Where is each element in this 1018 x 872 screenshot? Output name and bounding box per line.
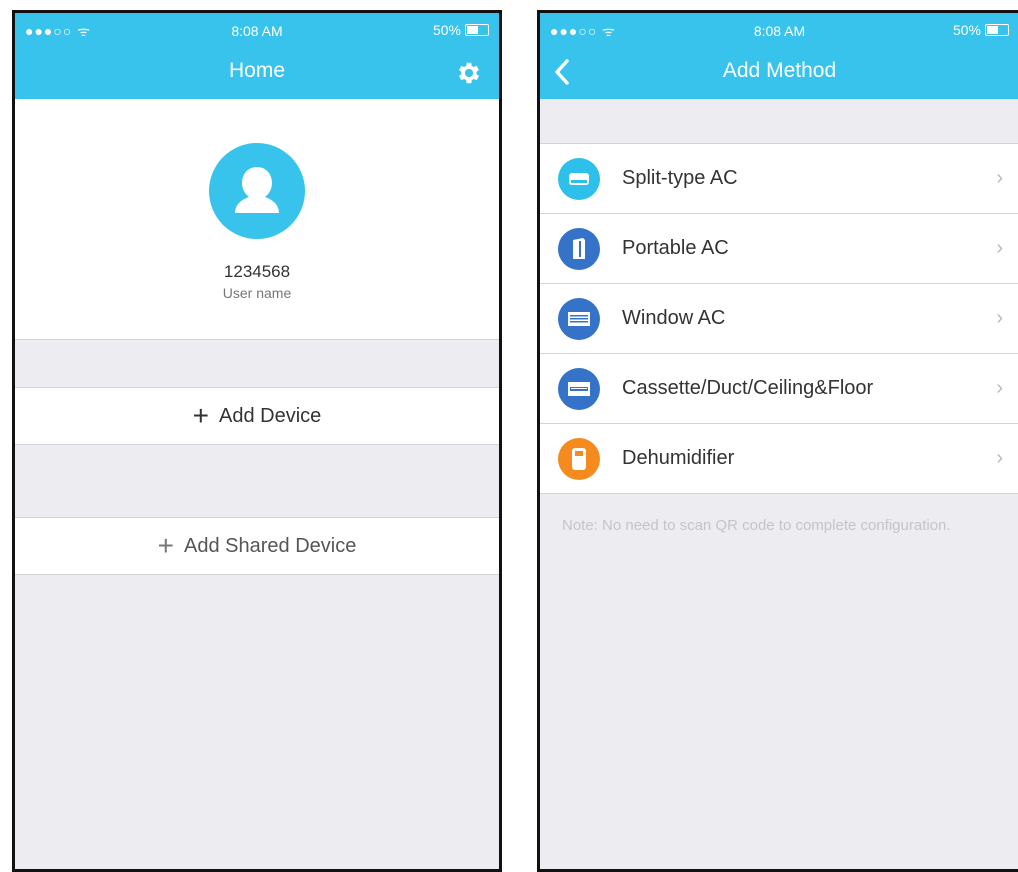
list-item-label: Portable AC: [622, 237, 729, 259]
nav-bar: Add Method: [540, 47, 1018, 99]
chevron-right-icon: ›: [996, 447, 1003, 469]
dehumidifier-icon: [558, 437, 600, 480]
list-item-cassette-duct-ceiling-floor[interactable]: Cassette/Duct/Ceiling&Floor ›: [540, 354, 1018, 424]
gear-icon[interactable]: [455, 59, 483, 87]
list-item-portable-ac[interactable]: Portable AC ›: [540, 214, 1018, 284]
chevron-right-icon: ›: [996, 167, 1003, 189]
portable-ac-icon: [558, 227, 600, 270]
status-bar: ●●●○○ ᯤ 8:08 AM 50%: [15, 13, 499, 47]
battery-indicator: 50%: [433, 22, 489, 38]
device-type-list: Split-type AC › Portable AC › Window AC …: [540, 143, 1018, 494]
user-profile-card: 1234568 User name: [15, 99, 499, 340]
list-item-label: Dehumidifier: [622, 447, 735, 469]
battery-indicator: 50%: [953, 22, 1009, 38]
chevron-right-icon: ›: [996, 237, 1003, 259]
add-method-screen: ●●●○○ ᯤ 8:08 AM 50% Add Method Split-typ…: [537, 10, 1018, 872]
list-item-split-type-ac[interactable]: Split-type AC ›: [540, 144, 1018, 214]
page-title: Home: [228, 59, 286, 82]
list-item-window-ac[interactable]: Window AC ›: [540, 284, 1018, 354]
plus-icon: +: [157, 530, 175, 561]
add-shared-device-label: Add Shared Device: [184, 534, 357, 557]
add-device-label: Add Device: [219, 404, 322, 427]
status-time: 8:08 AM: [753, 23, 806, 39]
battery-percent: 50%: [952, 22, 981, 38]
battery-percent: 50%: [432, 22, 461, 38]
configuration-note: Note: No need to scan QR code to complet…: [562, 517, 951, 534]
chevron-right-icon: ›: [996, 377, 1003, 399]
split-type-ac-icon: [558, 157, 600, 200]
add-shared-device-button[interactable]: + Add Shared Device: [15, 517, 499, 575]
list-item-label: Cassette/Duct/Ceiling&Floor: [622, 377, 874, 399]
avatar[interactable]: [209, 143, 305, 239]
list-item-label: Window AC: [622, 307, 726, 329]
home-screen: ●●●○○ ᯤ 8:08 AM 50% Home 1234568 User na…: [12, 10, 502, 872]
cassette-ac-icon: [558, 367, 600, 410]
window-ac-icon: [558, 297, 600, 340]
battery-icon: [985, 24, 1009, 36]
user-name-label: User name: [222, 285, 292, 301]
user-id: 1234568: [223, 262, 291, 281]
chevron-right-icon: ›: [996, 307, 1003, 329]
page-title: Add Method: [722, 59, 837, 82]
status-time: 8:08 AM: [231, 23, 283, 39]
battery-icon: [465, 24, 489, 36]
list-item-label: Split-type AC: [622, 167, 738, 189]
plus-icon: +: [192, 400, 210, 431]
add-device-button[interactable]: + Add Device: [15, 387, 499, 445]
user-icon: [235, 167, 279, 213]
status-bar: ●●●○○ ᯤ 8:08 AM 50%: [540, 13, 1018, 47]
list-item-dehumidifier[interactable]: Dehumidifier ›: [540, 424, 1018, 494]
nav-bar: Home: [15, 47, 499, 99]
